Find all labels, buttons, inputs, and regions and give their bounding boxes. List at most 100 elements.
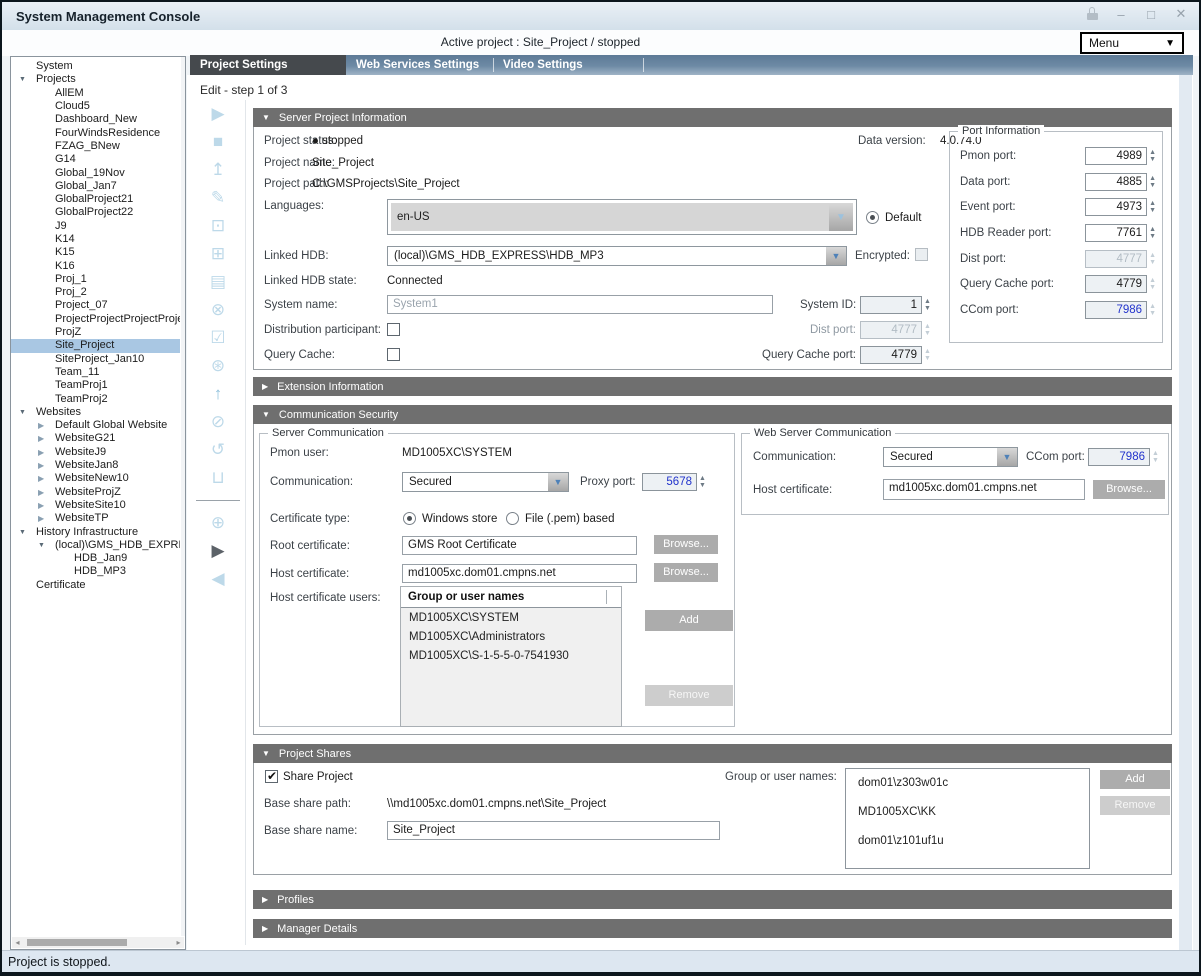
tree-expander-icon[interactable]: ▶ [38,459,55,472]
system-name-input[interactable]: System1 [387,295,773,314]
tree-item-k15[interactable]: K15 [11,246,180,259]
tree-item-siteproject-jan10[interactable]: SiteProject_Jan10 [11,353,180,366]
tree-item-projectprojectprojectproje[interactable]: ProjectProjectProjectProje [11,313,180,326]
tree-item-system[interactable]: System [11,60,180,73]
tree-item-global-jan7[interactable]: Global_Jan7 [11,180,180,193]
spin-up-icon[interactable]: ▲ [1149,200,1156,207]
tree-item-hdb-mp3[interactable]: HDB_MP3 [11,565,180,578]
spin-buttons[interactable]: ▲▼ [1149,175,1156,189]
tree-expander-icon[interactable]: ▼ [19,406,36,419]
tree-item-j9[interactable]: J9 [11,220,180,233]
query-cache-checkbox[interactable] [387,348,400,361]
upgrade-project-icon[interactable]: ↑ [190,380,246,408]
user-list-item[interactable]: MD1005XC\Administrators [401,627,621,646]
chevron-down-icon[interactable]: ▼ [997,448,1017,466]
spin-down-icon[interactable]: ▼ [1149,182,1156,189]
tree-expander-icon[interactable]: ▼ [19,526,36,539]
tree-expander-icon[interactable]: ▼ [19,73,36,86]
spin-up-icon[interactable]: ▲ [1149,175,1156,182]
tree-item-websitenew10[interactable]: ▶WebsiteNew10 [11,472,180,485]
tree-item-certificate[interactable]: Certificate [11,579,180,592]
web-communication-combobox[interactable]: Secured ▼ [883,447,1018,467]
port-value-spinner[interactable]: 7761 [1085,224,1147,242]
users-add-button[interactable]: Add [645,610,733,631]
close-button[interactable]: ✕ [1173,6,1189,22]
web-host-certificate-browse-button[interactable]: Browse... [1093,480,1165,499]
tree-item-websiteprojz[interactable]: ▶WebsiteProjZ [11,486,180,499]
tree-item-websiteg21[interactable]: ▶WebsiteG21 [11,432,180,445]
tree-item-history-infrastructure[interactable]: ▼History Infrastructure [11,525,180,538]
tree-horizontal-scrollbar[interactable]: ◂ ▸ [12,937,184,948]
tree-item-allem[interactable]: AllEM [11,87,180,100]
tree-item-dashboard-new[interactable]: Dashboard_New [11,113,180,126]
tree-item-teamproj1[interactable]: TeamProj1 [11,379,180,392]
chevron-down-icon[interactable]: ▼ [829,203,853,231]
share-groups-list[interactable]: dom01\z303w01cMD1005XC\KKdom01\z101uf1u [845,768,1090,869]
query-cache-port-spinner[interactable]: 4779 [860,346,922,364]
tree-item-teamproj2[interactable]: TeamProj2 [11,392,180,405]
tree-item-websitesite10[interactable]: ▶WebsiteSite10 [11,499,180,512]
tree-item-websites[interactable]: ▼Websites [11,406,180,419]
spin-up-icon[interactable]: ▲ [1149,226,1156,233]
web-host-certificate-input[interactable]: md1005xc.dom01.cmpns.net [883,479,1085,500]
tree-item-proj-1[interactable]: Proj_1 [11,273,180,286]
spin-down-icon[interactable]: ▼ [1149,156,1156,163]
tree-expander-icon[interactable]: ▶ [38,486,55,499]
tree-item-websitej9[interactable]: ▶WebsiteJ9 [11,446,180,459]
tree-item-websitejan8[interactable]: ▶WebsiteJan8 [11,459,180,472]
tree-item-team-11[interactable]: Team_11 [11,366,180,379]
host-certificate-users-list[interactable]: Group or user names MD1005XC\SYSTEMMD100… [400,586,622,727]
tree-item-proj-2[interactable]: Proj_2 [11,286,180,299]
languages-combobox[interactable]: en-US ▼ [387,199,857,235]
spin-buttons[interactable]: ▲▼ [1149,226,1156,240]
tab-project-settings[interactable]: Project Settings [190,55,346,75]
tree-item-projz[interactable]: ProjZ [11,326,180,339]
tree-expander-icon[interactable]: ▶ [38,432,55,445]
spin-buttons[interactable]: ▲▼ [1149,149,1156,163]
tree-item-globalproject21[interactable]: GlobalProject21 [11,193,180,206]
tree-item-site-project[interactable]: Site_Project [11,339,180,352]
scroll-right-icon[interactable]: ▸ [173,938,184,947]
tree-item-fourwindsresidence[interactable]: FourWindsResidence [11,126,180,139]
tree-item-local-gms-hdb-express[interactable]: ▼(local)\GMS_HDB_EXPRESS [11,539,180,552]
section-header-profiles[interactable]: ▶ Profiles [253,890,1172,909]
tree-item-websitetp[interactable]: ▶WebsiteTP [11,512,180,525]
spin-down-icon[interactable]: ▼ [1149,207,1156,214]
scroll-left-icon[interactable]: ◂ [12,938,23,947]
group-list-item[interactable]: dom01\z101uf1u [846,827,1089,856]
distribution-participant-checkbox[interactable] [387,323,400,336]
section-header-communication-security[interactable]: ▼ Communication Security [253,405,1172,424]
linked-hdb-combobox[interactable]: (local)\GMS_HDB_EXPRESS\HDB_MP3 ▼ [387,246,847,266]
host-certificate-browse-button[interactable]: Browse... [654,563,718,582]
spin-buttons[interactable]: ▲▼ [1149,200,1156,214]
maximize-button[interactable]: □ [1143,7,1159,22]
tree-item-projects[interactable]: ▼Projects [11,73,180,86]
chevron-down-icon[interactable]: ▼ [548,473,568,491]
port-value-spinner[interactable]: 4989 [1085,147,1147,165]
tree-item-cloud5[interactable]: Cloud5 [11,100,180,113]
user-list-item[interactable]: MD1005XC\SYSTEM [401,608,621,627]
port-value-spinner[interactable]: 4885 [1085,173,1147,191]
system-id-spinner[interactable]: 1 [860,296,922,314]
next-step-icon[interactable]: ▶ [190,537,246,565]
tree-item-default-global-website[interactable]: ▶Default Global Website [11,419,180,432]
proxy-port-spinner[interactable]: 5678 [642,473,697,491]
proxy-port-spin-buttons[interactable]: ▲▼ [699,473,706,491]
default-language-radio[interactable] [866,211,879,224]
tree-item-globalproject22[interactable]: GlobalProject22 [11,206,180,219]
tree-item-k16[interactable]: K16 [11,259,180,272]
host-certificate-input[interactable]: md1005xc.dom01.cmpns.net [402,564,637,583]
group-list-item[interactable]: MD1005XC\KK [846,798,1089,827]
spin-up-icon[interactable]: ▲ [1149,149,1156,156]
tree-expander-icon[interactable]: ▶ [38,472,55,485]
tree-item-project-07[interactable]: Project_07 [11,299,180,312]
share-add-button[interactable]: Add [1100,770,1170,789]
root-certificate-browse-button[interactable]: Browse... [654,535,718,554]
tree-expander-icon[interactable]: ▼ [38,539,55,552]
section-header-project-shares[interactable]: ▼ Project Shares [253,744,1172,763]
tree-item-g14[interactable]: G14 [11,153,180,166]
user-list-item[interactable]: MD1005XC\S-1-5-5-0-7541930 [401,646,621,665]
base-share-name-input[interactable]: Site_Project [387,821,720,840]
group-list-item[interactable]: dom01\z303w01c [846,769,1089,798]
system-id-spin-buttons[interactable]: ▲▼ [924,296,931,314]
